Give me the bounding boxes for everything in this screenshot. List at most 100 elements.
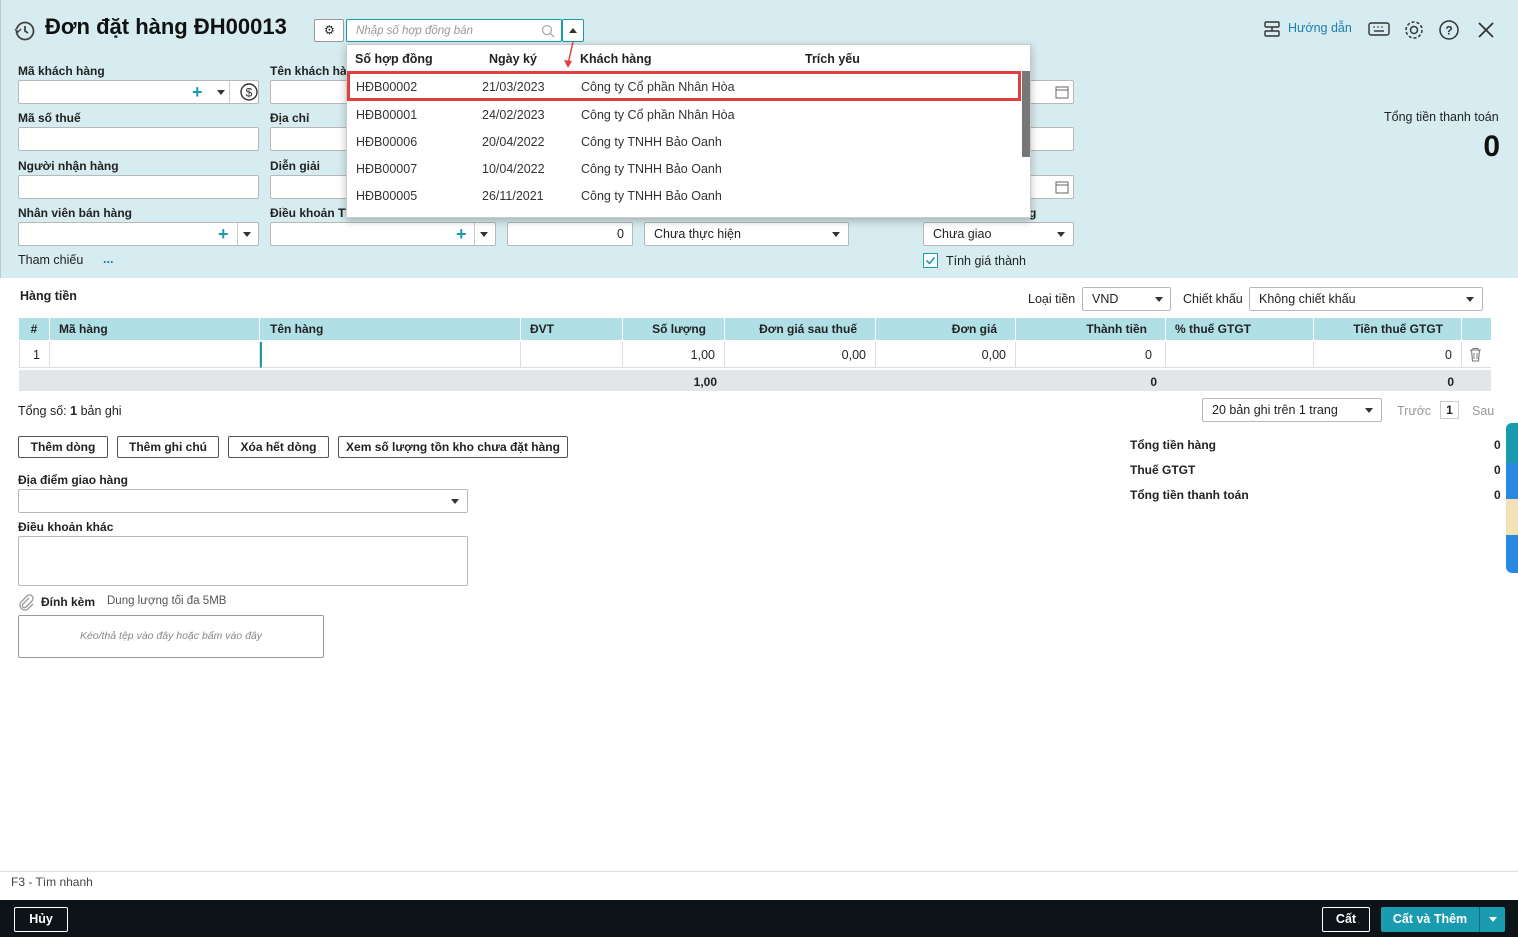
days-input[interactable]: 0	[507, 222, 633, 246]
salesperson-input[interactable]: +	[18, 222, 259, 246]
keyboard-icon[interactable]	[1368, 20, 1390, 40]
side-tab[interactable]	[1506, 423, 1518, 573]
save-options-toggle[interactable]	[1479, 907, 1505, 932]
check-icon	[925, 256, 936, 265]
dropdown-row[interactable]: HĐB00002 21/03/2023 Công ty Cổ phần Nhân…	[347, 71, 1021, 101]
col-amount: Thành tiền	[1016, 318, 1166, 340]
cell-qty[interactable]: 1,00	[623, 342, 725, 368]
other-terms-textarea[interactable]	[18, 536, 468, 586]
page-title: Đơn đặt hàng ĐH00013	[45, 14, 287, 39]
shortcut-hint: F3 - Tìm nhanh	[11, 875, 93, 889]
col-stt: #	[19, 318, 50, 340]
view-stock-button[interactable]: Xem số lượng tồn kho chưa đặt hàng	[338, 436, 568, 458]
dollar-icon[interactable]: $	[239, 82, 259, 102]
delivery-place-label: Địa điểm giao hàng	[18, 473, 129, 487]
prev-page[interactable]: Trước	[1397, 404, 1431, 418]
paperclip-icon	[19, 594, 34, 611]
add-note-button[interactable]: Thêm ghi chú	[117, 436, 219, 458]
receiver-input[interactable]	[18, 175, 259, 199]
cell-vat-amount[interactable]: 0	[1314, 342, 1462, 368]
cost-checkbox[interactable]	[923, 253, 938, 268]
status-bar	[0, 871, 1518, 900]
cell-price[interactable]: 0,00	[876, 342, 1016, 368]
salesperson-label: Nhân viên bán hàng	[18, 206, 133, 220]
cancel-button[interactable]: Hủy	[14, 907, 68, 932]
tax-code-label: Mã số thuế	[18, 111, 81, 125]
chevron-down-icon	[832, 232, 840, 237]
svg-text:?: ?	[1445, 24, 1452, 38]
summary-vat-value: 0	[1494, 463, 1501, 477]
summary-vat-label: Thuế GTGT	[1130, 463, 1196, 477]
col-contract-no: Số hợp đồng	[355, 52, 433, 66]
dropdown-row[interactable]: HĐB00006 20/04/2022 Công ty TNHH Bảo Oan…	[347, 129, 1021, 156]
chevron-down-icon	[1489, 917, 1497, 922]
add-terms-icon[interactable]: +	[456, 225, 467, 243]
cell-item-name[interactable]	[260, 342, 521, 368]
chevron-down-icon	[451, 499, 459, 504]
status-select[interactable]: Chưa thực hiện	[644, 222, 849, 246]
save-and-add-button[interactable]: Cất và Thêm	[1381, 907, 1479, 932]
calendar-icon[interactable]	[1055, 180, 1069, 194]
description-input[interactable]	[270, 175, 348, 199]
reference-more-link[interactable]: ...	[103, 252, 113, 266]
col-sign-date: Ngày ký	[489, 52, 537, 66]
save-button[interactable]: Cất	[1322, 907, 1370, 932]
customer-code-input[interactable]: +	[18, 80, 259, 104]
cell-unit[interactable]	[521, 342, 623, 368]
col-price: Đơn giá	[876, 318, 1016, 340]
chevron-down-icon	[1155, 297, 1163, 302]
cell-vat-rate[interactable]	[1166, 342, 1314, 368]
trash-icon[interactable]	[1468, 347, 1483, 362]
summary-total-value: 0	[1494, 488, 1501, 502]
goods-section-title: Hàng tiền	[20, 289, 77, 303]
settings-icon[interactable]	[1403, 19, 1425, 41]
delivery-place-select[interactable]	[18, 489, 468, 513]
tax-code-input[interactable]	[18, 127, 259, 151]
chevron-down-icon[interactable]	[217, 90, 225, 95]
total-vat: 0	[1447, 375, 1454, 389]
col-summary: Trích yếu	[805, 52, 860, 66]
col-qty: Số lượng	[623, 318, 725, 340]
add-customer-icon[interactable]: +	[192, 83, 203, 101]
chevron-down-icon[interactable]	[480, 232, 488, 237]
chevron-down-icon	[1466, 297, 1474, 302]
search-dropdown-toggle[interactable]	[562, 19, 584, 42]
delete-all-rows-button[interactable]: Xóa hết dòng	[228, 436, 329, 458]
chevron-down-icon[interactable]	[243, 232, 251, 237]
page-size-select[interactable]: 20 bản ghi trên 1 trang	[1202, 398, 1382, 422]
cell-amount[interactable]: 0	[1016, 342, 1166, 368]
dropdown-row[interactable]: HĐB00005 26/11/2021 Công ty TNHH Bảo Oan…	[347, 183, 1021, 210]
delivery-status-select[interactable]: Chưa giao	[923, 222, 1074, 246]
record-count: Tổng số: 1 bản ghi	[18, 404, 122, 418]
col-vat-amount: Tiền thuế GTGT	[1314, 318, 1462, 340]
cell-item-code[interactable]	[50, 342, 260, 368]
history-icon[interactable]	[14, 20, 36, 42]
file-drop-zone[interactable]: Kéo/thả tệp vào đây hoặc bấm vào đây	[18, 615, 324, 658]
add-row-button[interactable]: Thêm dòng	[18, 436, 108, 458]
col-actions	[1462, 318, 1491, 340]
discount-select[interactable]: Không chiết khấu	[1249, 287, 1483, 311]
dropdown-row[interactable]: HĐB00001 24/02/2023 Công ty Cổ phần Nhân…	[347, 102, 1021, 129]
customer-name-input[interactable]	[270, 80, 348, 104]
payment-terms-input[interactable]: +	[270, 222, 496, 246]
dropdown-row[interactable]: HĐB00007 10/04/2022 Công ty TNHH Bảo Oan…	[347, 156, 1021, 183]
address-input[interactable]	[270, 127, 348, 151]
calendar-icon[interactable]	[1055, 85, 1069, 99]
cell-price-after-tax[interactable]: 0,00	[725, 342, 876, 368]
summary-goods-value: 0	[1494, 438, 1501, 452]
total-payment-value: 0	[1483, 130, 1500, 163]
currency-label: Loại tiền	[1028, 292, 1076, 306]
current-page[interactable]: 1	[1440, 401, 1459, 419]
close-icon[interactable]	[1477, 21, 1495, 39]
dropdown-scrollbar[interactable]	[1022, 71, 1030, 157]
search-icon	[541, 24, 555, 38]
add-salesperson-icon[interactable]: +	[218, 225, 229, 243]
description-label: Diễn giải	[270, 159, 321, 173]
currency-select[interactable]: VND	[1082, 287, 1171, 311]
chevron-down-icon	[1365, 408, 1373, 413]
customer-code-label: Mã khách hàng	[18, 64, 105, 78]
contract-search-input[interactable]: Nhập số hợp đồng bán	[346, 19, 562, 42]
help-icon[interactable]: ?	[1438, 19, 1460, 41]
search-settings-button[interactable]: ⚙	[314, 19, 344, 42]
next-page[interactable]: Sau	[1472, 404, 1494, 418]
